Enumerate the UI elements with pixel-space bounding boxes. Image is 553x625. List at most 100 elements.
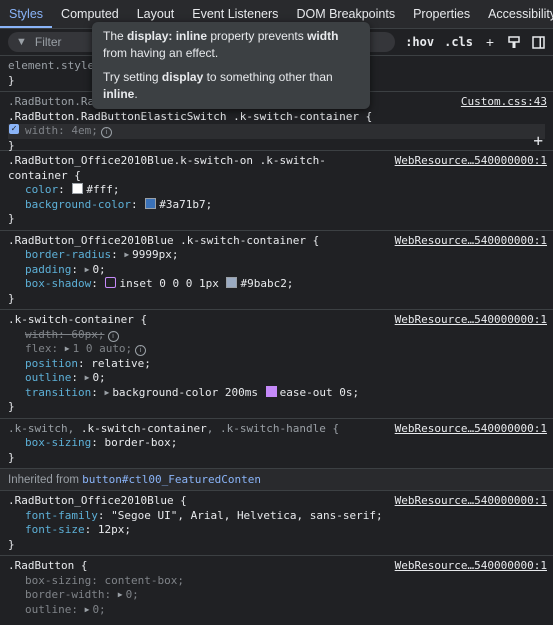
source-link[interactable]: WebResource…540000000:1	[395, 234, 547, 249]
info-icon[interactable]: i	[107, 330, 119, 342]
declaration-outline[interactable]: outline: ▶ 0;	[8, 603, 545, 618]
property-value-easing[interactable]: ease-out 0s;	[280, 386, 359, 399]
rule-office2010-container: .RadButton_Office2010Blue .k-switch-cont…	[0, 231, 553, 310]
info-icon[interactable]: i	[100, 127, 112, 138]
property-name[interactable]: position	[25, 357, 78, 370]
filter-placeholder: Filter	[34, 35, 62, 49]
shadow-editor-icon[interactable]	[105, 277, 117, 288]
property-name[interactable]: box-sizing	[25, 574, 91, 587]
declaration-transition[interactable]: transition: ▶ background-color 200ms ease…	[8, 385, 545, 401]
property-name[interactable]: border-radius	[25, 248, 111, 261]
property-name[interactable]: box-sizing	[25, 436, 91, 449]
declaration-font-size[interactable]: font-size: 12px;	[8, 523, 545, 538]
rule-k-switch-container: .k-switch-container { WebResource…540000…	[0, 310, 553, 419]
toggle-sidebar-icon[interactable]	[531, 35, 545, 49]
declaration-box-sizing[interactable]: box-sizing: content-box;	[8, 574, 545, 589]
rule-office2010-font: .RadButton_Office2010Blue { WebResource……	[0, 491, 553, 556]
inherited-from-header: Inherited from button#ctl00_FeaturedCont…	[0, 469, 553, 491]
property-value[interactable]: content-box;	[104, 574, 183, 587]
source-link[interactable]: WebResource…540000000:1	[395, 559, 547, 574]
property-value[interactable]: 12px;	[98, 523, 131, 536]
colon: :	[84, 523, 98, 536]
source-link[interactable]: WebResource…540000000:1	[395, 422, 547, 437]
declaration-font-family[interactable]: font-family: "Segoe UI", Arial, Helvetic…	[8, 509, 545, 524]
property-name[interactable]: font-size	[25, 523, 85, 536]
declaration-flex[interactable]: flex: ▶ 1 0 auto; i	[8, 342, 545, 357]
property-value[interactable]: #fff;	[86, 183, 119, 196]
rule-selector[interactable]: .RadButton.RadButtonElasticSwitch .k-swi…	[8, 110, 545, 125]
color-swatch-icon[interactable]	[145, 197, 157, 209]
hov-button[interactable]: :hov	[405, 35, 434, 49]
rule-close: }	[8, 400, 15, 413]
property-name[interactable]: outline	[25, 603, 71, 616]
source-link[interactable]: WebResource…540000000:1	[395, 154, 547, 169]
property-name[interactable]: padding	[25, 263, 71, 276]
inherited-element-link[interactable]: button#ctl00_FeaturedConten	[82, 473, 261, 486]
declaration-color[interactable]: color: #fff;	[8, 183, 545, 198]
inherited-label: Inherited from	[8, 474, 83, 486]
tab-styles[interactable]: Styles	[0, 1, 53, 28]
colon: :	[130, 197, 145, 211]
paint-brush-icon[interactable]	[507, 35, 521, 49]
source-link[interactable]: Custom.css:43	[461, 95, 547, 110]
info-icon[interactable]: i	[135, 345, 147, 356]
property-value[interactable]: relative;	[91, 357, 151, 370]
source-link[interactable]: WebResource…540000000:1	[395, 313, 547, 328]
property-value[interactable]: 1 0 auto;	[73, 342, 133, 355]
declaration-border-width[interactable]: border-width: ▶ 0;	[8, 588, 545, 603]
property-name[interactable]: border-width	[25, 588, 104, 601]
color-swatch-icon[interactable]	[226, 277, 238, 288]
rule-selector-cont[interactable]: container {	[8, 169, 545, 184]
property-value[interactable]: 0;	[92, 603, 105, 616]
property-value-color[interactable]: #9babc2;	[240, 277, 293, 290]
declaration-padding[interactable]: padding: ▶ 0;	[8, 263, 545, 278]
property-value[interactable]: #3a71b7;	[159, 198, 212, 211]
property-value[interactable]: 9999px;	[132, 248, 178, 261]
expand-triangle-icon[interactable]: ▶	[104, 386, 109, 401]
declaration-width[interactable]: ✓ width: 4em; i	[8, 124, 545, 139]
declaration-background-color[interactable]: background-color: #3a71b7;	[8, 197, 545, 213]
property-name[interactable]: font-family	[25, 509, 98, 522]
property-value[interactable]: background-color 200ms	[112, 386, 258, 399]
source-link[interactable]: WebResource…540000000:1	[395, 494, 547, 509]
property-name[interactable]: flex	[25, 342, 52, 355]
declaration-width-overridden[interactable]: width: 60px; i	[8, 328, 545, 343]
tab-accessibility[interactable]: Accessibility	[479, 1, 553, 28]
property-value[interactable]: 60px;	[71, 328, 104, 341]
declaration-border-radius[interactable]: border-radius: ▶ 9999px;	[8, 248, 545, 263]
declaration-outline[interactable]: outline: ▶ 0;	[8, 371, 545, 386]
property-name[interactable]: width	[25, 328, 58, 341]
declaration-position[interactable]: position: relative;	[8, 357, 545, 372]
color-swatch-icon[interactable]	[72, 183, 84, 194]
expand-triangle-icon[interactable]: ▶	[85, 603, 90, 618]
property-value[interactable]: 0;	[92, 263, 105, 276]
declaration-box-sizing[interactable]: box-sizing: border-box;	[8, 436, 545, 451]
property-name[interactable]: outline	[25, 371, 71, 384]
declaration-box-shadow[interactable]: box-shadow: inset 0 0 0 1px #9babc2;	[8, 277, 545, 292]
expand-triangle-icon[interactable]: ▶	[65, 342, 70, 357]
expand-triangle-icon[interactable]: ▶	[124, 248, 129, 263]
expand-triangle-icon[interactable]: ▶	[85, 263, 90, 278]
property-value[interactable]: 0;	[92, 371, 105, 384]
property-value[interactable]: border-box;	[104, 436, 177, 449]
add-declaration-icon[interactable]: +	[533, 132, 543, 149]
property-value[interactable]: inset 0 0 0 1px	[119, 277, 218, 290]
checkbox-icon[interactable]: ✓	[9, 124, 19, 134]
property-value[interactable]: 0;	[126, 588, 139, 601]
tab-properties[interactable]: Properties	[404, 1, 479, 28]
rule-switch-on: .RadButton_Office2010Blue.k-switch-on .k…	[0, 151, 553, 231]
expand-triangle-icon[interactable]: ▶	[85, 371, 90, 386]
property-name[interactable]: color	[25, 183, 58, 196]
easing-editor-icon[interactable]	[265, 385, 277, 397]
expand-triangle-icon[interactable]: ▶	[118, 588, 123, 603]
cls-button[interactable]: .cls	[444, 35, 473, 49]
property-name[interactable]: transition	[25, 386, 91, 399]
property-name[interactable]: box-shadow	[25, 277, 91, 290]
property-name[interactable]: background-color	[25, 198, 131, 211]
property-value[interactable]: 4em;	[71, 124, 98, 137]
colon: :	[91, 385, 105, 399]
property-name[interactable]: width	[25, 124, 58, 137]
new-style-rule-icon[interactable]: +	[483, 34, 497, 50]
property-value[interactable]: "Segoe UI", Arial, Helvetica, sans-serif…	[111, 509, 383, 522]
colon: :	[58, 327, 72, 341]
